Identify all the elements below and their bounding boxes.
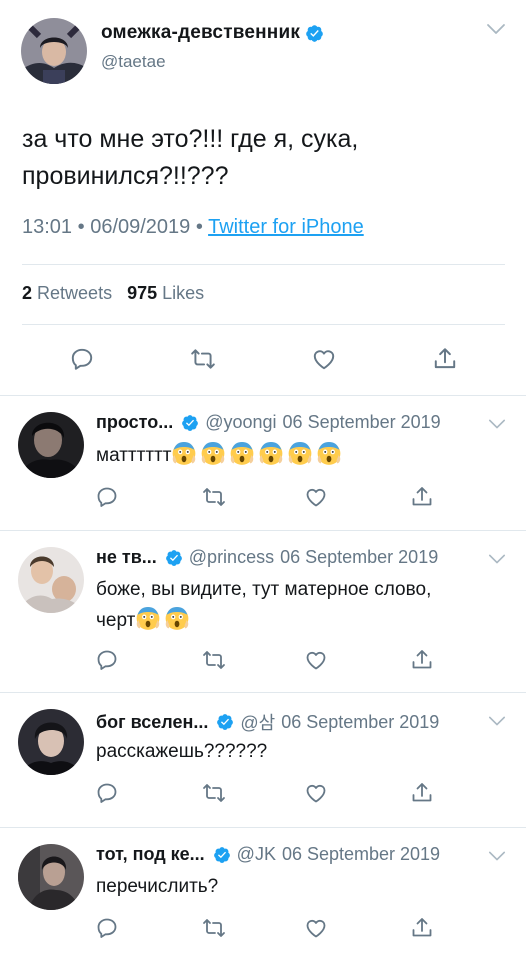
verified-badge-icon bbox=[305, 24, 324, 43]
reply-author-handle[interactable]: @princess bbox=[189, 547, 274, 568]
like-icon[interactable] bbox=[304, 648, 328, 672]
author-avatar[interactable] bbox=[21, 18, 87, 84]
reply-text: боже, вы видите, тут матерное слово, чер… bbox=[96, 575, 506, 636]
chevron-down-icon[interactable] bbox=[486, 22, 506, 36]
screaming-face-emoji bbox=[316, 440, 342, 466]
reply-date: 06 September 2019 bbox=[280, 547, 439, 567]
meta-separator: • bbox=[195, 216, 203, 238]
likes-count[interactable]: 975 bbox=[127, 283, 157, 303]
screaming-face-emoji bbox=[229, 440, 255, 466]
reply-author-handle[interactable]: @yoongi bbox=[205, 412, 276, 433]
reply-action-bar bbox=[0, 485, 526, 511]
tweet-date: 06/09/2019 bbox=[90, 216, 191, 238]
tweet-source-link[interactable]: Twitter for iPhone bbox=[208, 216, 364, 238]
reply-text: матттттт bbox=[96, 440, 506, 471]
screaming-face-emoji bbox=[164, 605, 190, 631]
tweet-action-bar bbox=[0, 346, 526, 380]
reply-author-name[interactable]: бог вселен... bbox=[96, 712, 208, 733]
screaming-face-emoji bbox=[171, 440, 197, 466]
retweet-icon[interactable] bbox=[202, 485, 226, 509]
verified-badge-icon bbox=[213, 846, 231, 864]
screaming-face-emoji bbox=[200, 440, 226, 466]
divider bbox=[22, 324, 505, 325]
share-icon[interactable] bbox=[410, 485, 434, 509]
reply-date: 06 September 2019 bbox=[281, 844, 441, 864]
reply-author-name[interactable]: не тв... bbox=[96, 547, 157, 568]
verified-badge-icon bbox=[216, 713, 234, 731]
reply-tweet[interactable]: не тв... @princess 06 September 2019 бож… bbox=[0, 531, 526, 692]
retweets-label[interactable]: Retweets bbox=[37, 283, 112, 303]
share-icon[interactable] bbox=[410, 781, 434, 805]
chevron-down-icon[interactable] bbox=[488, 715, 506, 727]
reply-text-content: расскажешь?????? bbox=[96, 741, 268, 762]
reply-avatar[interactable] bbox=[18, 844, 84, 910]
main-tweet: омежка-девственник @taetae за что мне эт… bbox=[0, 0, 526, 395]
reply-text: перечислить? bbox=[96, 872, 506, 902]
reply-avatar[interactable] bbox=[18, 547, 84, 613]
reply-action-bar bbox=[0, 648, 526, 674]
reply-action-bar bbox=[0, 916, 526, 942]
chevron-down-icon[interactable] bbox=[488, 418, 506, 430]
chevron-down-icon[interactable] bbox=[488, 850, 506, 862]
share-icon[interactable] bbox=[432, 346, 458, 372]
reply-date: 06 September 2019 bbox=[281, 711, 440, 732]
like-icon[interactable] bbox=[304, 485, 328, 509]
like-icon[interactable] bbox=[304, 916, 328, 940]
retweet-icon[interactable] bbox=[190, 346, 216, 372]
reply-avatar[interactable] bbox=[18, 412, 84, 478]
verified-badge-icon bbox=[165, 549, 183, 567]
share-icon[interactable] bbox=[410, 648, 434, 672]
author-display-name[interactable]: омежка-девственник bbox=[101, 22, 300, 44]
reply-icon[interactable] bbox=[69, 346, 95, 372]
reply-icon[interactable] bbox=[95, 781, 119, 805]
reply-text: расскажешь?????? bbox=[96, 737, 506, 767]
reply-tweet[interactable]: бог вселен... @삼 06 September 2019 расск… bbox=[0, 693, 526, 827]
tweet-text-line: провинился?!!??? bbox=[22, 162, 229, 190]
tweet-meta: 13:01 • 06/09/2019 • Twitter for iPhone bbox=[22, 216, 364, 239]
engagement-stats: 2 Retweets 975 Likes bbox=[22, 283, 204, 304]
reply-tweet[interactable]: просто... @yoongi 06 September 2019 матт… bbox=[0, 396, 526, 530]
reply-icon[interactable] bbox=[95, 485, 119, 509]
tweet-time: 13:01 bbox=[22, 216, 73, 238]
meta-separator: • bbox=[77, 216, 85, 238]
tweet-text-line: за что мне это?!!! где я, сука, bbox=[22, 125, 359, 153]
reply-text-content: перечислить? bbox=[96, 876, 219, 897]
retweet-icon[interactable] bbox=[202, 781, 226, 805]
screaming-face-emoji bbox=[258, 440, 284, 466]
reply-icon[interactable] bbox=[95, 648, 119, 672]
divider bbox=[22, 264, 505, 265]
tweet-text: за что мне это?!!! где я, сука, провинил… bbox=[22, 121, 492, 195]
author-handle[interactable]: @taetae bbox=[101, 52, 166, 72]
like-icon[interactable] bbox=[304, 781, 328, 805]
reply-text-line: черт bbox=[96, 610, 136, 631]
reply-author-handle[interactable]: @JK bbox=[237, 844, 276, 865]
reply-tweet[interactable]: тот, под ке... @JK 06 September 2019 пер… bbox=[0, 828, 526, 960]
reply-author-name[interactable]: просто... bbox=[96, 412, 173, 433]
reply-text-line: боже, вы видите, тут матерное слово, bbox=[96, 579, 432, 600]
share-icon[interactable] bbox=[410, 916, 434, 940]
reply-author-handle[interactable]: @삼 bbox=[240, 709, 275, 735]
reply-action-bar bbox=[0, 781, 526, 807]
retweet-icon[interactable] bbox=[202, 916, 226, 940]
screaming-face-emoji bbox=[287, 440, 313, 466]
verified-badge-icon bbox=[181, 414, 199, 432]
chevron-down-icon[interactable] bbox=[488, 553, 506, 565]
reply-icon[interactable] bbox=[95, 916, 119, 940]
likes-label[interactable]: Likes bbox=[162, 283, 204, 303]
reply-author-name[interactable]: тот, под ке... bbox=[96, 844, 205, 865]
like-icon[interactable] bbox=[311, 346, 337, 372]
retweet-icon[interactable] bbox=[202, 648, 226, 672]
screaming-face-emoji bbox=[135, 605, 161, 631]
retweets-count[interactable]: 2 bbox=[22, 283, 32, 303]
reply-text-content: матттттт bbox=[96, 445, 172, 466]
reply-avatar[interactable] bbox=[18, 709, 84, 775]
reply-date: 06 September 2019 bbox=[282, 412, 441, 432]
